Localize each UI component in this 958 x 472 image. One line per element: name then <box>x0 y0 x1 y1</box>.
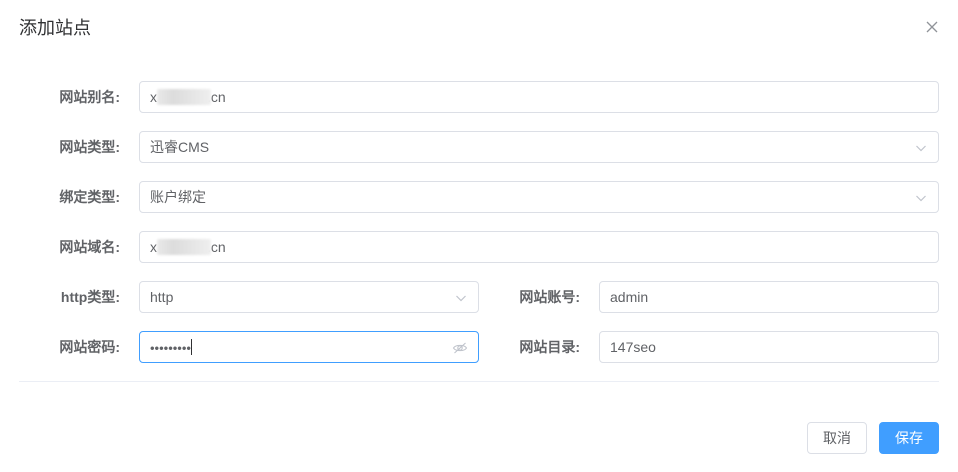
bind-type-select[interactable]: 账户绑定 <box>139 181 939 213</box>
redacted-mask <box>157 238 211 255</box>
directory-input[interactable]: 147seo <box>599 331 939 363</box>
site-type-value: 迅睿CMS <box>150 139 210 155</box>
cancel-button[interactable]: 取消 <box>807 422 867 454</box>
password-input[interactable]: ••••••••• <box>139 331 479 363</box>
domain-label: 网站域名: <box>59 239 120 255</box>
http-type-select[interactable]: http <box>139 281 479 313</box>
account-value: admin <box>610 289 649 305</box>
redacted-mask <box>157 88 211 105</box>
bind-type-label: 绑定类型: <box>59 189 120 205</box>
directory-value: 147seo <box>610 339 656 355</box>
password-label: 网站密码: <box>59 339 120 355</box>
save-button[interactable]: 保存 <box>879 422 939 454</box>
password-value: ••••••••• <box>150 340 191 356</box>
directory-label: 网站目录: <box>519 339 580 355</box>
http-type-label: http类型: <box>60 289 120 305</box>
chevron-down-icon <box>456 295 466 302</box>
close-icon <box>926 21 938 33</box>
site-type-label: 网站类型: <box>59 139 120 155</box>
add-site-dialog: 添加站点 网站别名: x .cn 网站类型: 迅睿CMS 绑定类型: 账户绑定 网… <box>0 0 958 472</box>
eye-off-icon[interactable] <box>452 340 468 356</box>
dialog-title: 添加站点 <box>19 18 91 38</box>
alias-input[interactable]: x .cn <box>139 81 939 113</box>
chevron-down-icon <box>916 145 926 152</box>
chevron-down-icon <box>916 195 926 202</box>
account-input[interactable]: admin <box>599 281 939 313</box>
account-label: 网站账号: <box>519 289 580 305</box>
alias-label: 网站别名: <box>59 89 120 105</box>
site-type-select[interactable]: 迅睿CMS <box>139 131 939 163</box>
bind-type-value: 账户绑定 <box>150 189 206 205</box>
close-button[interactable] <box>922 17 942 37</box>
http-type-value: http <box>150 289 174 305</box>
footer-divider <box>19 381 939 382</box>
domain-input[interactable]: x .cn <box>139 231 939 263</box>
alias-value-prefix: x <box>150 89 157 105</box>
domain-value-prefix: x <box>150 239 157 255</box>
text-caret <box>190 338 192 355</box>
